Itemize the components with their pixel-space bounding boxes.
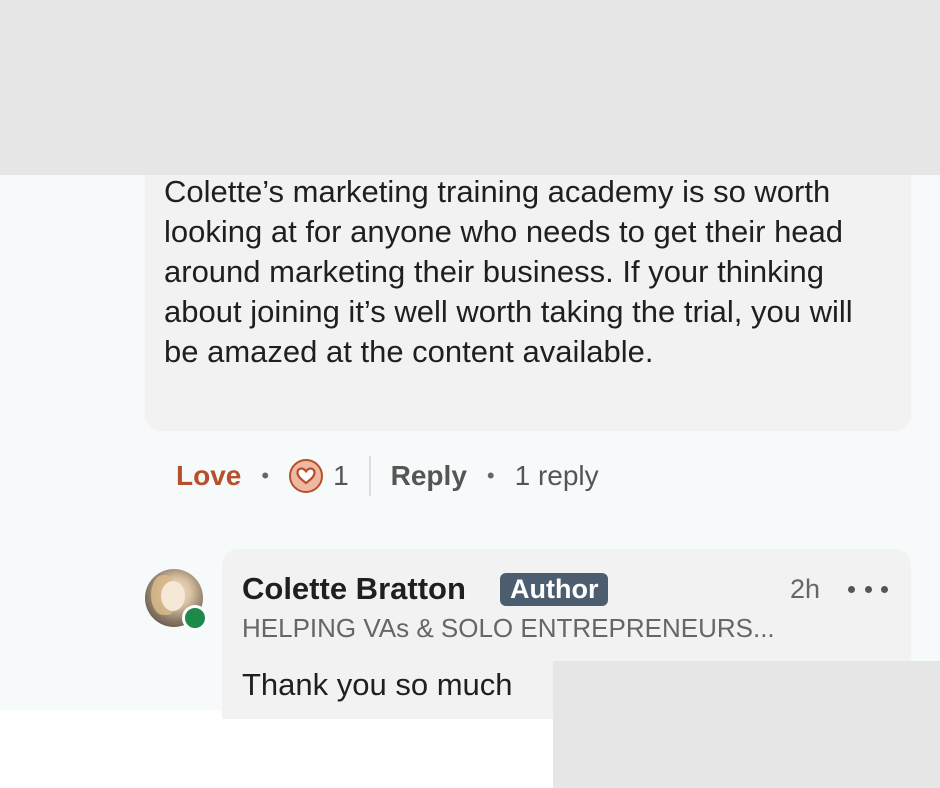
author-name[interactable]: Colette Bratton xyxy=(242,570,466,608)
author-headline: HELPING VAs & SOLO ENTREPRENEURS... xyxy=(242,613,775,643)
more-options-icon[interactable] xyxy=(848,576,888,602)
redacted-area-top xyxy=(0,0,940,175)
separator-dot: • xyxy=(261,463,270,488)
reaction-count[interactable]: 1 xyxy=(333,460,349,492)
heart-icon[interactable] xyxy=(289,459,324,493)
dot xyxy=(848,585,855,593)
reply-button[interactable]: Reply xyxy=(391,460,467,492)
dot xyxy=(864,585,872,593)
timestamp: 2h xyxy=(790,574,821,604)
avatar-face xyxy=(161,581,185,611)
comment-text: Colette’s marketing training academy is … xyxy=(164,174,853,369)
online-status-icon xyxy=(182,605,208,631)
divider xyxy=(368,456,371,496)
dot xyxy=(881,585,888,593)
reply-text: Thank you so much xyxy=(242,667,513,702)
redacted-area-bottom xyxy=(553,661,940,788)
comment-actions: Love • 1 Reply • 1 reply xyxy=(176,452,599,500)
separator-dot: • xyxy=(486,463,495,488)
reply-count-link[interactable]: 1 reply xyxy=(515,460,599,492)
love-button[interactable]: Love xyxy=(176,460,241,492)
author-badge: Author xyxy=(500,573,609,606)
